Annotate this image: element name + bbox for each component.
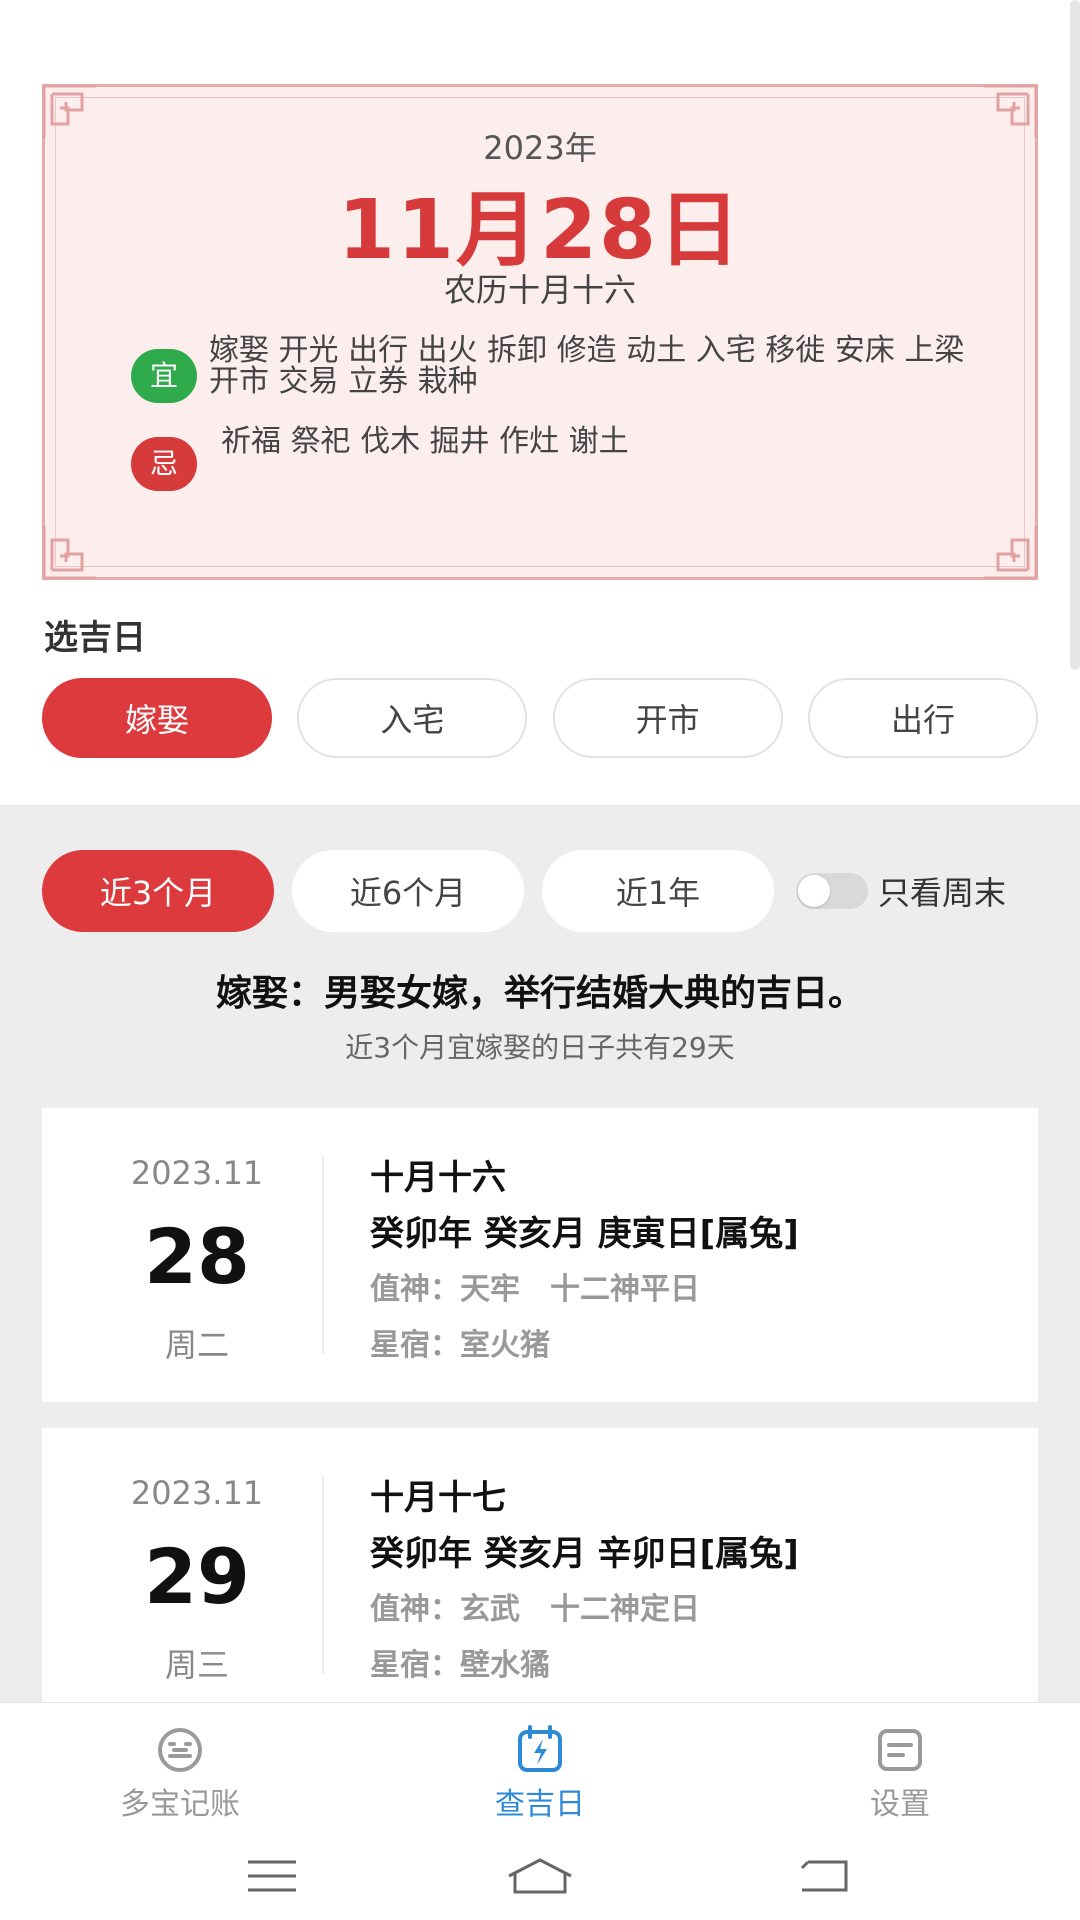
weekend-only-switch[interactable] (796, 873, 868, 909)
nav-label: 多宝记账 (120, 1787, 240, 1822)
switch-knob (798, 875, 830, 907)
auspicious-day-card[interactable]: 2023.11 29 周三 十月十七 癸卯年 癸亥月 辛卯日[属兔] 值神：玄武… (42, 1428, 1038, 1708)
day-god: 值神：天牢 十二神平日 (370, 1272, 700, 1307)
divider (322, 1476, 324, 1674)
weekend-only-toggle-row: 只看周末 (796, 866, 1006, 916)
day-star: 星宿：壁水獝 (370, 1648, 550, 1683)
weekend-only-label: 只看周末 (878, 874, 1007, 912)
nav-auspicious-day[interactable]: 查吉日 (440, 1725, 640, 1823)
settings-icon (878, 1729, 922, 1771)
tab-open-business[interactable]: 开市 (552, 678, 783, 758)
calendar-lunar-date: 农历十月十六 (443, 271, 636, 309)
tab-travel[interactable]: 出行 (807, 678, 1038, 758)
auspicious-day-card[interactable]: 2023.11 28 周二 十月十六 癸卯年 癸亥月 庚寅日[属兔] 值神：天牢… (42, 1108, 1038, 1402)
divider (322, 1156, 324, 1354)
ji-activities: 祈福 祭祀 伐木 掘井 作灶 谢土 (221, 424, 629, 459)
day-weekday: 周二 (164, 1326, 229, 1364)
home-icon[interactable] (505, 1856, 575, 1896)
day-lunar: 十月十六 (370, 1158, 506, 1198)
tab-wedding[interactable]: 嫁娶 (42, 678, 272, 758)
result-count: 近3个月宜嫁娶的日子共有29天 (345, 1031, 735, 1064)
back-icon[interactable] (798, 1856, 850, 1896)
yi-badge: 宜 (131, 349, 197, 403)
bottom-navigation: 多宝记账 查吉日 设置 (0, 1702, 1080, 1834)
activity-tabs: 嫁娶 入宅 开市 出行 (42, 678, 1038, 760)
section-title: 选吉日 (44, 618, 146, 658)
range-6-months[interactable]: 近6个月 (292, 850, 524, 932)
day-weekday: 周三 (164, 1646, 229, 1684)
nav-label: 查吉日 (495, 1787, 585, 1822)
day-year-month: 2023.11 (130, 1474, 264, 1512)
range-1-year[interactable]: 近1年 (542, 850, 774, 932)
range-selector: 近3个月 近6个月 近1年 (42, 850, 792, 932)
yi-activities: 嫁娶 开光 出行 出火 拆卸 修造 动土 入宅 移徙 安床 上梁 开市 交易 立… (209, 333, 965, 399)
corner-ornament-icon (984, 526, 1038, 580)
day-ganzhi: 癸卯年 癸亥月 辛卯日[属兔] (370, 1534, 799, 1574)
day-number: 29 (144, 1532, 250, 1621)
ji-badge: 忌 (131, 437, 197, 491)
calendar-lightning-icon (518, 1725, 562, 1772)
day-star: 星宿：室火猪 (370, 1328, 550, 1363)
nav-label: 设置 (870, 1787, 930, 1822)
nav-settings[interactable]: 设置 (800, 1725, 1000, 1823)
menu-icon[interactable] (246, 1856, 298, 1896)
day-year-month: 2023.11 (130, 1154, 264, 1192)
scrollbar[interactable] (1070, 0, 1080, 670)
tab-move-in[interactable]: 入宅 (297, 678, 528, 758)
day-lunar: 十月十七 (370, 1478, 506, 1518)
range-3-months[interactable]: 近3个月 (42, 850, 274, 932)
day-number: 28 (144, 1212, 250, 1301)
corner-ornament-icon (42, 526, 96, 580)
bookkeeping-icon (158, 1728, 202, 1772)
day-ganzhi: 癸卯年 癸亥月 庚寅日[属兔] (370, 1214, 799, 1254)
system-navigation-bar (0, 1834, 1080, 1920)
day-god: 值神：玄武 十二神定日 (370, 1592, 700, 1627)
activity-description: 嫁娶：男娶女嫁，举行结婚大典的吉日。 (215, 973, 864, 1014)
today-calendar-card: 2023年 11月28日 农历十月十六 宜 嫁娶 开光 出行 出火 拆卸 修造 … (42, 84, 1038, 580)
nav-bookkeeping[interactable]: 多宝记账 (80, 1725, 280, 1823)
